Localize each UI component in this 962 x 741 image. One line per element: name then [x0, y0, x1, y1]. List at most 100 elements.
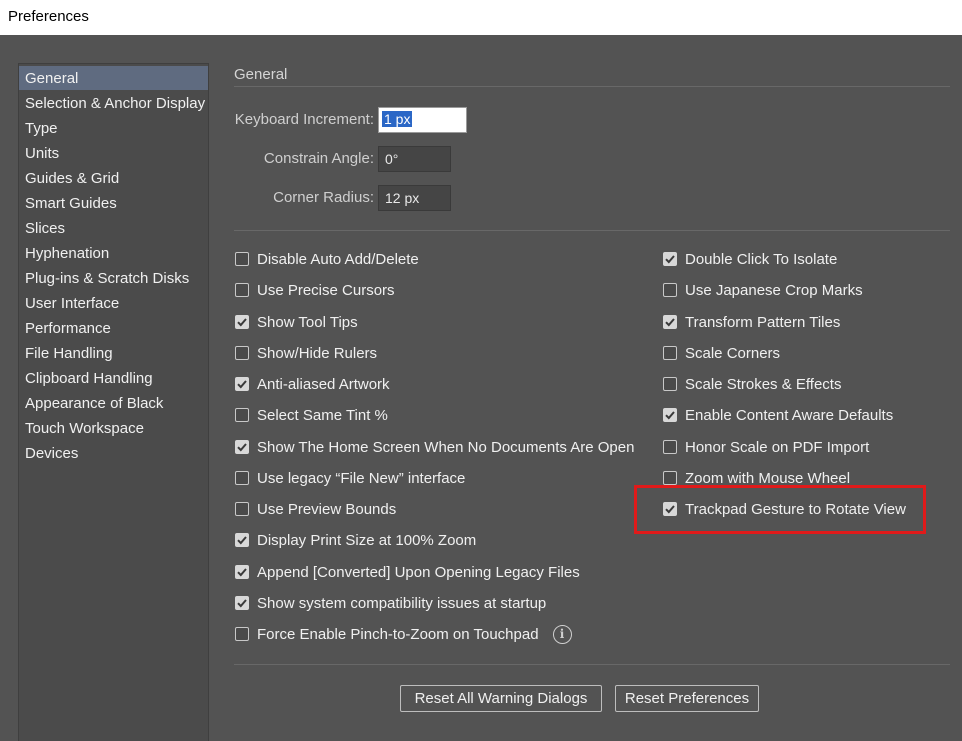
- option-show-hide-rulers[interactable]: Show/Hide Rulers: [235, 342, 377, 364]
- sidebar-item-units[interactable]: Units: [19, 141, 208, 165]
- section-divider: [234, 86, 950, 87]
- checkbox-checked[interactable]: [235, 315, 249, 329]
- option-label: Use Preview Bounds: [257, 500, 397, 518]
- sidebar-item-devices[interactable]: Devices: [19, 441, 208, 465]
- checkmark-icon: [665, 411, 675, 420]
- option-label: Scale Strokes & Effects: [685, 375, 842, 393]
- option-scale-strokes-effects[interactable]: Scale Strokes & Effects: [663, 373, 841, 395]
- keyboard-increment-label: Keyboard Increment:: [234, 111, 374, 128]
- option-label: Honor Scale on PDF Import: [685, 438, 870, 456]
- option-label: Display Print Size at 100% Zoom: [257, 531, 477, 549]
- sidebar-item-hyphenation[interactable]: Hyphenation: [19, 241, 208, 265]
- sidebar-item-clipboard-handling[interactable]: Clipboard Handling: [19, 366, 208, 390]
- keyboard-increment-input[interactable]: 1 px: [378, 107, 467, 133]
- option-label: Transform Pattern Tiles: [685, 313, 841, 331]
- checkbox-checked[interactable]: [663, 252, 677, 266]
- reset-preferences-button[interactable]: Reset Preferences: [615, 685, 759, 712]
- sidebar-item-slices[interactable]: Slices: [19, 216, 208, 240]
- checkbox[interactable]: [663, 440, 677, 454]
- option-scale-corners[interactable]: Scale Corners: [663, 342, 780, 364]
- option-label: Show Tool Tips: [257, 313, 358, 331]
- checkbox-checked[interactable]: [235, 533, 249, 547]
- option-label: Zoom with Mouse Wheel: [685, 469, 851, 487]
- section-title: General: [234, 66, 288, 83]
- checkbox[interactable]: [663, 283, 677, 297]
- sidebar-item-plugins-scratch-disks[interactable]: Plug-ins & Scratch Disks: [19, 266, 208, 290]
- checkbox-checked[interactable]: [663, 408, 677, 422]
- info-icon[interactable]: i: [552, 624, 572, 644]
- sidebar-item-selection-anchor-display[interactable]: Selection & Anchor Display: [19, 91, 208, 115]
- checkmark-icon: [237, 380, 247, 389]
- checkmark-icon: [237, 318, 247, 327]
- option-double-click-to-isolate[interactable]: Double Click To Isolate: [663, 248, 837, 270]
- window-titlebar: Preferences: [0, 0, 962, 35]
- checkbox[interactable]: [235, 252, 249, 266]
- option-label: Double Click To Isolate: [685, 250, 838, 268]
- option-show-compatibility-issues[interactable]: Show system compatibility issues at star…: [235, 592, 546, 614]
- option-display-print-size[interactable]: Display Print Size at 100% Zoom: [235, 529, 476, 551]
- window-title: Preferences: [8, 8, 89, 25]
- option-label: Use Precise Cursors: [257, 281, 395, 299]
- option-use-precise-cursors[interactable]: Use Precise Cursors: [235, 279, 395, 301]
- checkmark-icon: [237, 599, 247, 608]
- reset-warning-dialogs-button[interactable]: Reset All Warning Dialogs: [400, 685, 602, 712]
- option-disable-auto-add-delete[interactable]: Disable Auto Add/Delete: [235, 248, 419, 270]
- checkbox[interactable]: [663, 346, 677, 360]
- option-label: Use legacy “File New” interface: [257, 469, 466, 487]
- corner-radius-input[interactable]: 12 px: [378, 185, 451, 211]
- option-select-same-tint[interactable]: Select Same Tint %: [235, 404, 388, 426]
- option-show-home-screen[interactable]: Show The Home Screen When No Documents A…: [235, 436, 634, 458]
- checkbox-checked[interactable]: [235, 565, 249, 579]
- checkmark-icon: [237, 536, 247, 545]
- checkbox-checked[interactable]: [235, 377, 249, 391]
- category-sidebar: General Selection & Anchor Display Type …: [18, 63, 209, 741]
- checkbox[interactable]: [235, 408, 249, 422]
- option-label: Enable Content Aware Defaults: [685, 406, 894, 424]
- buttons-divider: [234, 664, 950, 665]
- sidebar-item-smart-guides[interactable]: Smart Guides: [19, 191, 208, 215]
- sidebar-item-general[interactable]: General: [19, 66, 208, 90]
- option-use-preview-bounds[interactable]: Use Preview Bounds: [235, 498, 396, 520]
- option-append-converted[interactable]: Append [Converted] Upon Opening Legacy F…: [235, 561, 580, 583]
- option-label: Use Japanese Crop Marks: [685, 281, 863, 299]
- checkbox[interactable]: [663, 377, 677, 391]
- option-transform-pattern-tiles[interactable]: Transform Pattern Tiles: [663, 311, 840, 333]
- checkbox[interactable]: [235, 471, 249, 485]
- option-show-tool-tips[interactable]: Show Tool Tips: [235, 311, 358, 333]
- sidebar-item-performance[interactable]: Performance: [19, 316, 208, 340]
- sidebar-item-guides-grid[interactable]: Guides & Grid: [19, 166, 208, 190]
- sidebar-item-appearance-of-black[interactable]: Appearance of Black: [19, 391, 208, 415]
- checkbox-checked[interactable]: [663, 315, 677, 329]
- option-force-pinch-to-zoom[interactable]: Force Enable Pinch-to-Zoom on Touchpad i: [235, 623, 572, 645]
- sidebar-item-user-interface[interactable]: User Interface: [19, 291, 208, 315]
- highlight-box: [634, 485, 926, 534]
- option-label: Anti-aliased Artwork: [257, 375, 390, 393]
- option-legacy-file-new[interactable]: Use legacy “File New” interface: [235, 467, 465, 489]
- option-label: Show The Home Screen When No Documents A…: [257, 438, 635, 456]
- sidebar-item-touch-workspace[interactable]: Touch Workspace: [19, 416, 208, 440]
- constrain-angle-input[interactable]: 0°: [378, 146, 451, 172]
- checkbox[interactable]: [235, 502, 249, 516]
- option-label: Append [Converted] Upon Opening Legacy F…: [257, 563, 580, 581]
- keyboard-increment-value: 1 px: [382, 111, 413, 127]
- option-label: Force Enable Pinch-to-Zoom on Touchpad: [257, 625, 539, 643]
- option-label: Show/Hide Rulers: [257, 344, 378, 362]
- checkmark-icon: [237, 443, 247, 452]
- option-japanese-crop-marks[interactable]: Use Japanese Crop Marks: [663, 279, 863, 301]
- checkbox[interactable]: [235, 627, 249, 641]
- option-honor-scale-pdf-import[interactable]: Honor Scale on PDF Import: [663, 436, 869, 458]
- option-content-aware-defaults[interactable]: Enable Content Aware Defaults: [663, 404, 893, 426]
- option-anti-aliased-artwork[interactable]: Anti-aliased Artwork: [235, 373, 390, 395]
- checkbox-checked[interactable]: [235, 596, 249, 610]
- corner-radius-label: Corner Radius:: [273, 189, 374, 206]
- option-label: Scale Corners: [685, 344, 781, 362]
- checkbox-checked[interactable]: [235, 440, 249, 454]
- checkbox[interactable]: [663, 471, 677, 485]
- option-label: Disable Auto Add/Delete: [257, 250, 419, 268]
- checkbox[interactable]: [235, 283, 249, 297]
- checkmark-icon: [665, 318, 675, 327]
- checkbox[interactable]: [235, 346, 249, 360]
- checkmark-icon: [665, 255, 675, 264]
- sidebar-item-file-handling[interactable]: File Handling: [19, 341, 208, 365]
- sidebar-item-type[interactable]: Type: [19, 116, 208, 140]
